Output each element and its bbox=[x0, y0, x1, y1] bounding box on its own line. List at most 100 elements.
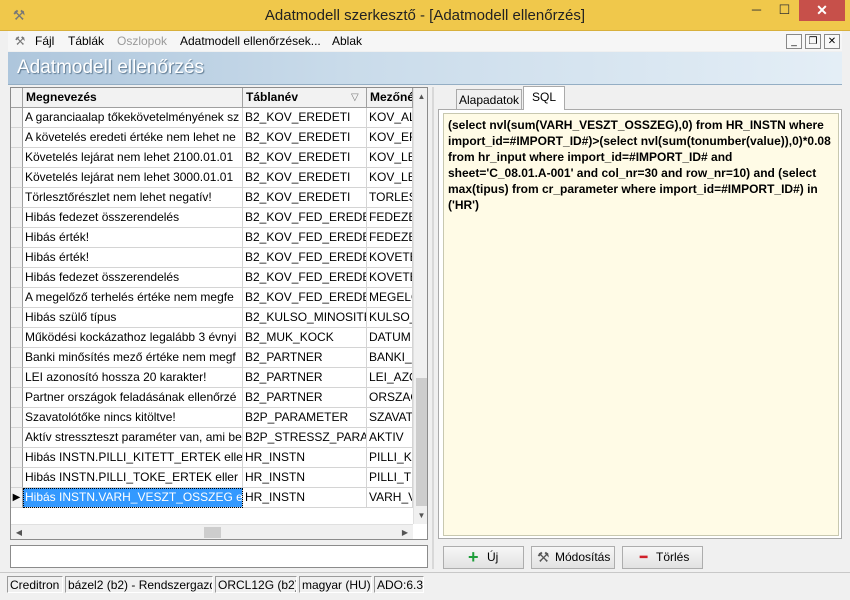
cell-name[interactable]: Követelés lejárat nem lehet 3000.01.01 bbox=[23, 168, 243, 188]
table-row[interactable]: Követelés lejárat nem lehet 3000.01.01 B2… bbox=[11, 168, 413, 188]
menu-tables[interactable]: Táblák bbox=[68, 31, 104, 51]
horizontal-scroll-thumb[interactable] bbox=[204, 527, 221, 538]
tab-sql[interactable]: SQL bbox=[523, 86, 565, 110]
cell-name[interactable]: A megelőző terhelés értéke nem megfe bbox=[23, 288, 243, 308]
cell-field[interactable]: LEI_AZO bbox=[367, 368, 413, 388]
cell-table[interactable]: B2_MUK_KOCK bbox=[243, 328, 367, 348]
column-header-field[interactable]: Mezőné bbox=[367, 88, 413, 108]
cell-table[interactable]: B2P_PARAMETER bbox=[243, 408, 367, 428]
cell-field[interactable]: KOVETE bbox=[367, 248, 413, 268]
row-indicator[interactable] bbox=[11, 368, 23, 388]
row-indicator[interactable] bbox=[11, 228, 23, 248]
cell-name[interactable]: Szavatolótőke nincs kitöltve! bbox=[23, 408, 243, 428]
cell-name[interactable]: Működési kockázathoz legalább 3 évnyi bbox=[23, 328, 243, 348]
cell-name[interactable]: Hibás INSTN.VARH_VESZT_OSSZEG e bbox=[23, 488, 243, 508]
cell-name[interactable]: Hibás INSTN.PILLI_TOKE_ERTEK eller bbox=[23, 468, 243, 488]
cell-table[interactable]: B2_KOV_FED_EREDE bbox=[243, 208, 367, 228]
row-indicator[interactable] bbox=[11, 388, 23, 408]
cell-table[interactable]: B2_KOV_EREDETI bbox=[243, 188, 367, 208]
scroll-right-arrow-icon[interactable]: ▶ bbox=[397, 525, 413, 539]
panel-splitter[interactable] bbox=[432, 87, 434, 569]
cell-name[interactable]: Hibás érték! bbox=[23, 248, 243, 268]
table-row[interactable]: Hibás fedezet összerendelés B2_KOV_FED_ER… bbox=[11, 268, 413, 288]
close-button[interactable]: ✕ bbox=[799, 0, 845, 21]
cell-field[interactable]: KOVETE bbox=[367, 268, 413, 288]
table-row[interactable]: ▶ Hibás INSTN.VARH_VESZT_OSSZEG e HR_INSTN… bbox=[11, 488, 413, 508]
cell-field[interactable]: KOV_EF bbox=[367, 128, 413, 148]
table-row[interactable]: A garanciaalap tőkekövetelményének sz B2_… bbox=[11, 108, 413, 128]
table-row[interactable]: LEI azonosító hossza 20 karakter! B2_PART… bbox=[11, 368, 413, 388]
scroll-up-arrow-icon[interactable]: ▲ bbox=[414, 88, 427, 105]
cell-field[interactable]: PILLI_T bbox=[367, 468, 413, 488]
cell-field[interactable]: FEDEZE bbox=[367, 228, 413, 248]
row-indicator[interactable]: ▶ bbox=[11, 488, 23, 508]
filter-input[interactable] bbox=[10, 545, 428, 568]
row-indicator[interactable] bbox=[11, 448, 23, 468]
maximize-button[interactable]: ☐ bbox=[771, 0, 798, 21]
row-indicator[interactable] bbox=[11, 308, 23, 328]
cell-table[interactable]: B2_KOV_FED_EREDE bbox=[243, 228, 367, 248]
row-indicator[interactable] bbox=[11, 188, 23, 208]
table-row[interactable]: Hibás érték! B2_KOV_FED_EREDE FEDEZE bbox=[11, 228, 413, 248]
table-row[interactable]: Hibás szülő típus B2_KULSO_MINOSITE KULSO_ bbox=[11, 308, 413, 328]
table-row[interactable]: Működési kockázathoz legalább 3 évnyi B2_… bbox=[11, 328, 413, 348]
cell-field[interactable]: KOV_AL bbox=[367, 108, 413, 128]
cell-field[interactable]: TORLES bbox=[367, 188, 413, 208]
filter-icon[interactable]: ▽ bbox=[351, 88, 359, 107]
cell-name[interactable]: Hibás fedezet összerendelés bbox=[23, 268, 243, 288]
new-button[interactable]: + Új bbox=[443, 546, 524, 569]
cell-table[interactable]: B2_KULSO_MINOSITE bbox=[243, 308, 367, 328]
minimize-button[interactable]: ─ bbox=[742, 0, 771, 21]
cell-table[interactable]: HR_INSTN bbox=[243, 488, 367, 508]
row-indicator[interactable] bbox=[11, 328, 23, 348]
cell-table[interactable]: HR_INSTN bbox=[243, 448, 367, 468]
sql-editor[interactable]: (select nvl(sum(VARH_VESZT_OSSZEG),0) fr… bbox=[443, 113, 839, 536]
row-indicator[interactable] bbox=[11, 108, 23, 128]
cell-field[interactable]: KOV_LE bbox=[367, 168, 413, 188]
table-row[interactable]: A megelőző terhelés értéke nem megfe B2_K… bbox=[11, 288, 413, 308]
cell-table[interactable]: B2_PARTNER bbox=[243, 388, 367, 408]
cell-table[interactable]: B2_KOV_FED_EREDE bbox=[243, 248, 367, 268]
row-indicator[interactable] bbox=[11, 148, 23, 168]
cell-name[interactable]: Partner országok feladásának ellenőrzé bbox=[23, 388, 243, 408]
cell-table[interactable]: B2_KOV_FED_EREDE bbox=[243, 268, 367, 288]
horizontal-scrollbar[interactable]: ◀ ▶ bbox=[11, 524, 413, 539]
vertical-scrollbar[interactable]: ▲ ▼ bbox=[413, 88, 427, 524]
table-row[interactable]: Követelés lejárat nem lehet 2100.01.01 B2… bbox=[11, 148, 413, 168]
cell-name[interactable]: Hibás INSTN.PILLI_KITETT_ERTEK elle bbox=[23, 448, 243, 468]
cell-name[interactable]: Követelés lejárat nem lehet 2100.01.01 bbox=[23, 148, 243, 168]
table-row[interactable]: A követelés eredeti értéke nem lehet ne B… bbox=[11, 128, 413, 148]
cell-field[interactable]: SZAVAT bbox=[367, 408, 413, 428]
cell-name[interactable]: Törlesztőrészlet nem lehet negatív! bbox=[23, 188, 243, 208]
row-indicator[interactable] bbox=[11, 468, 23, 488]
menu-window[interactable]: Ablak bbox=[332, 31, 362, 51]
cell-table[interactable]: B2P_STRESSZ_PARA bbox=[243, 428, 367, 448]
cell-field[interactable]: PILLI_K bbox=[367, 448, 413, 468]
column-header-name[interactable]: Megnevezés bbox=[23, 88, 243, 108]
cell-name[interactable]: A garanciaalap tőkekövetelményének sz bbox=[23, 108, 243, 128]
row-indicator[interactable] bbox=[11, 208, 23, 228]
wrench-icon[interactable]: ⚒ bbox=[12, 33, 28, 49]
table-row[interactable]: Szavatolótőke nincs kitöltve! B2P_PARAMET… bbox=[11, 408, 413, 428]
scroll-left-arrow-icon[interactable]: ◀ bbox=[11, 525, 27, 539]
cell-field[interactable]: FEDEZE bbox=[367, 208, 413, 228]
cell-name[interactable]: LEI azonosító hossza 20 karakter! bbox=[23, 368, 243, 388]
row-indicator[interactable] bbox=[11, 288, 23, 308]
row-indicator[interactable] bbox=[11, 268, 23, 288]
row-indicator[interactable] bbox=[11, 428, 23, 448]
cell-table[interactable]: HR_INSTN bbox=[243, 468, 367, 488]
mdi-restore-button[interactable]: ❐ bbox=[805, 34, 821, 49]
mdi-minimize-button[interactable]: _ bbox=[786, 34, 802, 49]
cell-table[interactable]: B2_KOV_EREDETI bbox=[243, 148, 367, 168]
delete-button[interactable]: ━ Törlés bbox=[622, 546, 703, 569]
cell-name[interactable]: Aktív stresszteszt paraméter van, ami be bbox=[23, 428, 243, 448]
table-row[interactable]: Hibás INSTN.PILLI_KITETT_ERTEK elle HR_IN… bbox=[11, 448, 413, 468]
cell-field[interactable]: KOV_LE bbox=[367, 148, 413, 168]
cell-field[interactable]: BANKI_ bbox=[367, 348, 413, 368]
column-header-table[interactable]: Táblanév ▽ bbox=[243, 88, 367, 108]
row-indicator[interactable] bbox=[11, 408, 23, 428]
cell-table[interactable]: B2_KOV_EREDETI bbox=[243, 128, 367, 148]
cell-field[interactable]: VARH_V bbox=[367, 488, 413, 508]
table-row[interactable]: Aktív stresszteszt paraméter van, ami be… bbox=[11, 428, 413, 448]
mdi-close-button[interactable]: ✕ bbox=[824, 34, 840, 49]
